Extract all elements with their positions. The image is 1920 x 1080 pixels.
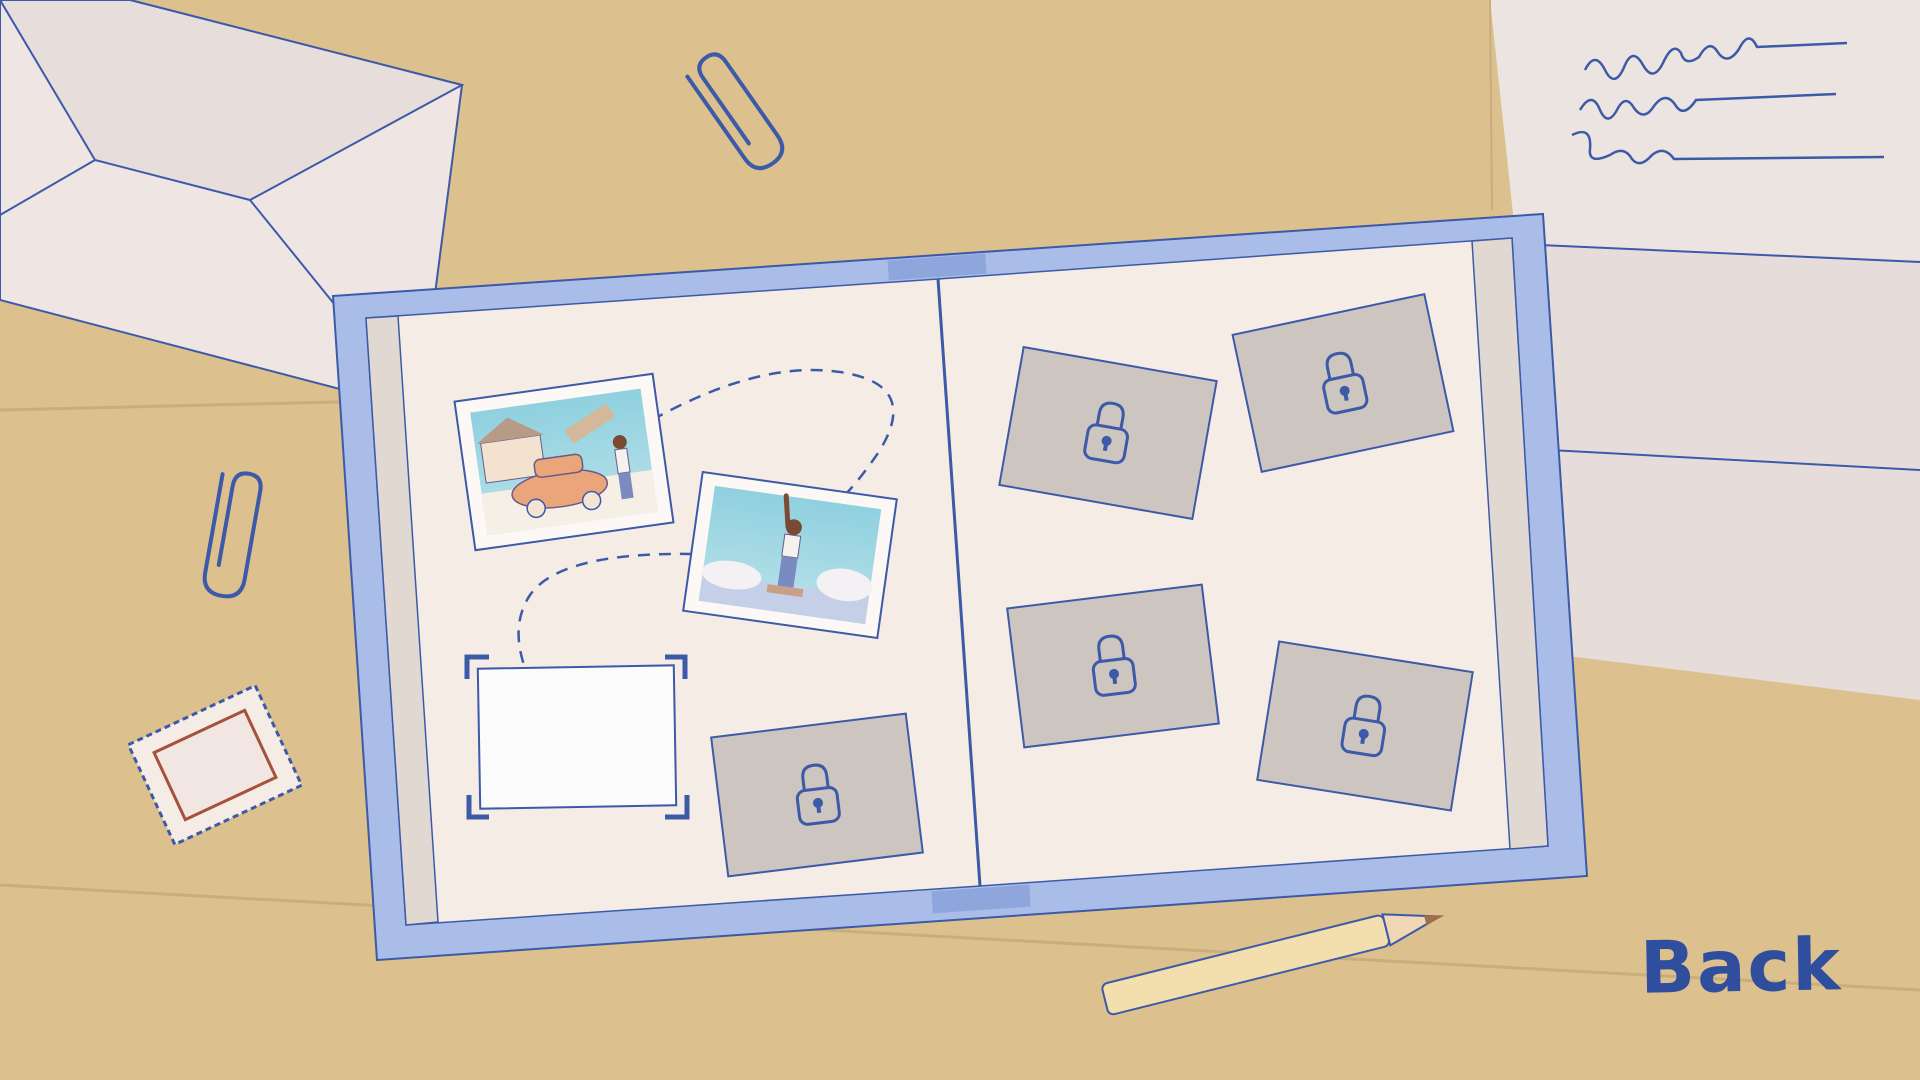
locked-photo-slot[interactable] xyxy=(1006,583,1220,749)
locked-photo-slot[interactable] xyxy=(1256,640,1474,812)
back-button[interactable]: Back xyxy=(1639,922,1842,1010)
locked-photo-slot[interactable] xyxy=(710,712,924,878)
empty-photo-slot[interactable] xyxy=(464,654,690,820)
photo-car-trip[interactable] xyxy=(453,372,675,552)
photo-album xyxy=(331,212,1589,962)
photo-statue[interactable] xyxy=(682,470,898,640)
desk-scene xyxy=(0,0,1920,1080)
